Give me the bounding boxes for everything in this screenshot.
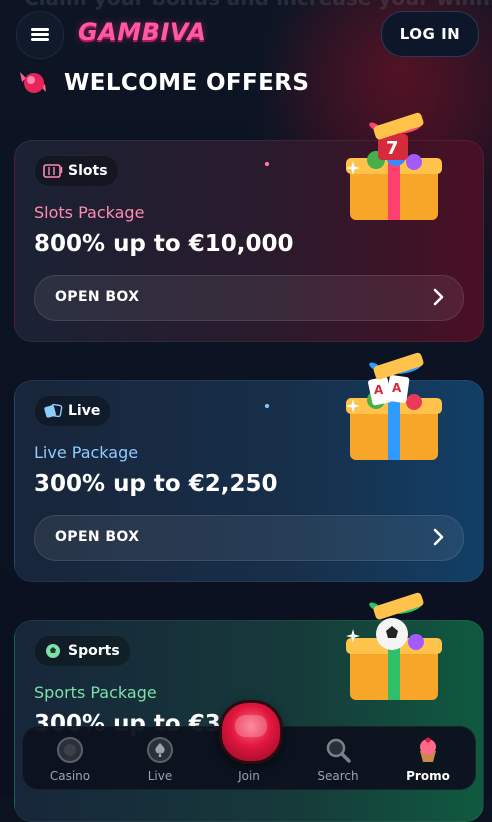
nav-label: Casino (49, 769, 91, 783)
category-badge-sports: Sports (34, 635, 131, 667)
nav-item-casino[interactable]: Casino (25, 727, 115, 789)
category-badge-slots: Slots (34, 155, 119, 187)
badge-label: Sports (68, 643, 120, 659)
nav-label: Live (147, 769, 173, 783)
package-name: Sports Package (34, 683, 157, 702)
hamburger-icon (31, 28, 49, 42)
open-box-button[interactable]: OPEN BOX (34, 275, 464, 321)
badge-label: Slots (68, 163, 108, 179)
open-box-button[interactable]: OPEN BOX (34, 515, 464, 561)
join-button[interactable] (219, 700, 283, 764)
chevron-right-icon (427, 526, 449, 548)
cupcake-icon (414, 736, 442, 764)
header: GAMBIVA LOG IN (0, 0, 492, 66)
package-name: Live Package (34, 443, 139, 462)
badge-label: Live (68, 403, 101, 419)
nav-item-promo[interactable]: Promo (383, 727, 473, 789)
login-button[interactable]: LOG IN (381, 11, 479, 57)
chevron-right-icon (427, 286, 449, 308)
candy-icon (16, 66, 52, 100)
svg-text:7: 7 (386, 138, 399, 159)
package-amount: 800% up to €10,000 (34, 231, 294, 257)
casino-chip-icon (56, 736, 84, 764)
ball-icon (43, 643, 63, 659)
sparkle-icon (262, 154, 276, 168)
slot-machine-icon (43, 163, 63, 179)
search-icon (324, 736, 352, 764)
cards-icon (43, 403, 63, 419)
nav-label: Search (317, 769, 359, 783)
open-box-label: OPEN BOX (55, 289, 140, 305)
section-header: WELCOME OFFERS (16, 64, 309, 102)
nav-item-search[interactable]: Search (293, 727, 383, 789)
sparkle-icon (346, 628, 360, 643)
sparkle-icon (346, 398, 360, 413)
package-name: Slots Package (34, 203, 145, 222)
svg-text:A: A (392, 381, 402, 395)
join-icon (235, 715, 267, 737)
menu-button[interactable] (16, 11, 64, 59)
spade-icon (146, 736, 174, 764)
package-amount: 300% up to €2,250 (34, 471, 278, 497)
section-title: WELCOME OFFERS (64, 70, 310, 96)
svg-text:A: A (374, 383, 384, 397)
nav-label: Join (238, 769, 260, 783)
open-box-label: OPEN BOX (55, 529, 140, 545)
sparkle-icon (262, 396, 276, 410)
nav-item-live[interactable]: Live (115, 727, 205, 789)
sparkle-icon (346, 160, 360, 175)
logo[interactable]: GAMBIVA (78, 18, 206, 46)
gift-box-sports-icon (336, 588, 456, 708)
category-badge-live: Live (34, 395, 112, 427)
nav-label: Promo (406, 769, 450, 783)
